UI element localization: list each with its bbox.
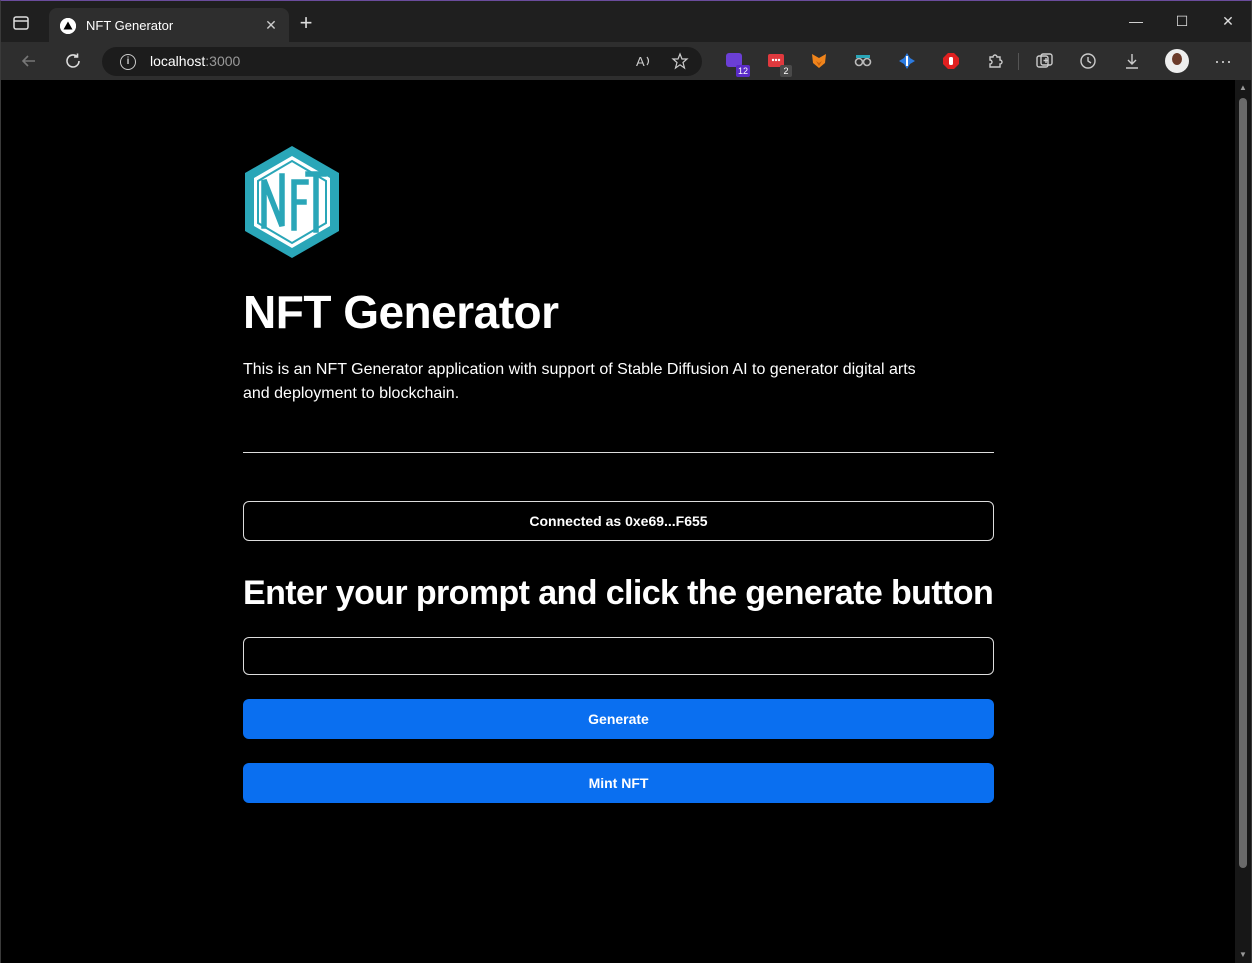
prompt-input[interactable]: [243, 637, 994, 675]
new-tab-button[interactable]: +: [297, 12, 315, 34]
browser-window: NFT Generator ✕ + — ☐ ✕ i localhost:3000…: [0, 0, 1252, 963]
toolbar-separator: [1018, 53, 1019, 70]
svg-text:A: A: [636, 54, 645, 69]
downloads-icon[interactable]: [1121, 50, 1143, 72]
tab-close-icon[interactable]: ✕: [263, 17, 279, 33]
site-info-icon[interactable]: i: [120, 54, 136, 70]
read-aloud-icon[interactable]: A: [635, 52, 653, 70]
ext-badge: 2: [780, 65, 792, 77]
collections-icon[interactable]: [1033, 50, 1055, 72]
ext-glasses-icon[interactable]: [853, 51, 873, 71]
page-description: This is an NFT Generator application wit…: [243, 361, 916, 402]
tab-nft-generator[interactable]: NFT Generator ✕: [49, 8, 289, 42]
extensions-puzzle-icon[interactable]: [984, 50, 1006, 72]
divider: [243, 452, 994, 453]
browser-toolbar: i localhost:3000 A 12 2 ···: [1, 42, 1251, 80]
tab-strip: NFT Generator ✕ + — ☐ ✕: [1, 1, 1251, 42]
profile-avatar[interactable]: [1165, 49, 1189, 73]
mint-nft-button[interactable]: Mint NFT: [243, 763, 994, 803]
ext-badge: 12: [735, 65, 750, 77]
page-viewport: NFT Generator This is an NFT Generator a…: [1, 80, 1235, 963]
nft-logo-icon: [242, 144, 342, 260]
refresh-button[interactable]: [62, 50, 84, 72]
favorite-star-icon[interactable]: [671, 52, 689, 70]
vertical-scrollbar[interactable]: ▲ ▼: [1235, 80, 1251, 963]
tab-title: NFT Generator: [86, 18, 174, 33]
ext-red-icon[interactable]: 2: [766, 51, 792, 77]
tab-actions-icon[interactable]: [11, 13, 31, 33]
minimize-button[interactable]: —: [1124, 11, 1148, 31]
nextjs-favicon-icon: [60, 18, 76, 34]
ext-blue-cross-icon[interactable]: [897, 51, 917, 71]
history-icon[interactable]: [1077, 50, 1099, 72]
scroll-thumb[interactable]: [1239, 98, 1247, 868]
scroll-down-arrow-icon[interactable]: ▼: [1239, 951, 1247, 959]
generate-button[interactable]: Generate: [243, 699, 994, 739]
maximize-button[interactable]: ☐: [1170, 11, 1194, 31]
address-url[interactable]: localhost:3000: [150, 53, 240, 69]
metamask-fox-icon[interactable]: [809, 51, 829, 71]
adblock-hand-icon[interactable]: [941, 51, 961, 71]
connected-wallet-button[interactable]: Connected as 0xe69...F655: [243, 501, 994, 541]
address-bar[interactable]: i localhost:3000 A: [102, 47, 702, 76]
ext-purple-icon[interactable]: 12: [724, 51, 750, 77]
prompt-heading: Enter your prompt and click the generate…: [243, 574, 994, 612]
close-window-button[interactable]: ✕: [1216, 11, 1240, 31]
more-menu-icon[interactable]: ···: [1212, 50, 1234, 72]
page-title: NFT Generator: [243, 286, 559, 338]
back-button[interactable]: [18, 50, 40, 72]
scroll-up-arrow-icon[interactable]: ▲: [1239, 84, 1247, 92]
